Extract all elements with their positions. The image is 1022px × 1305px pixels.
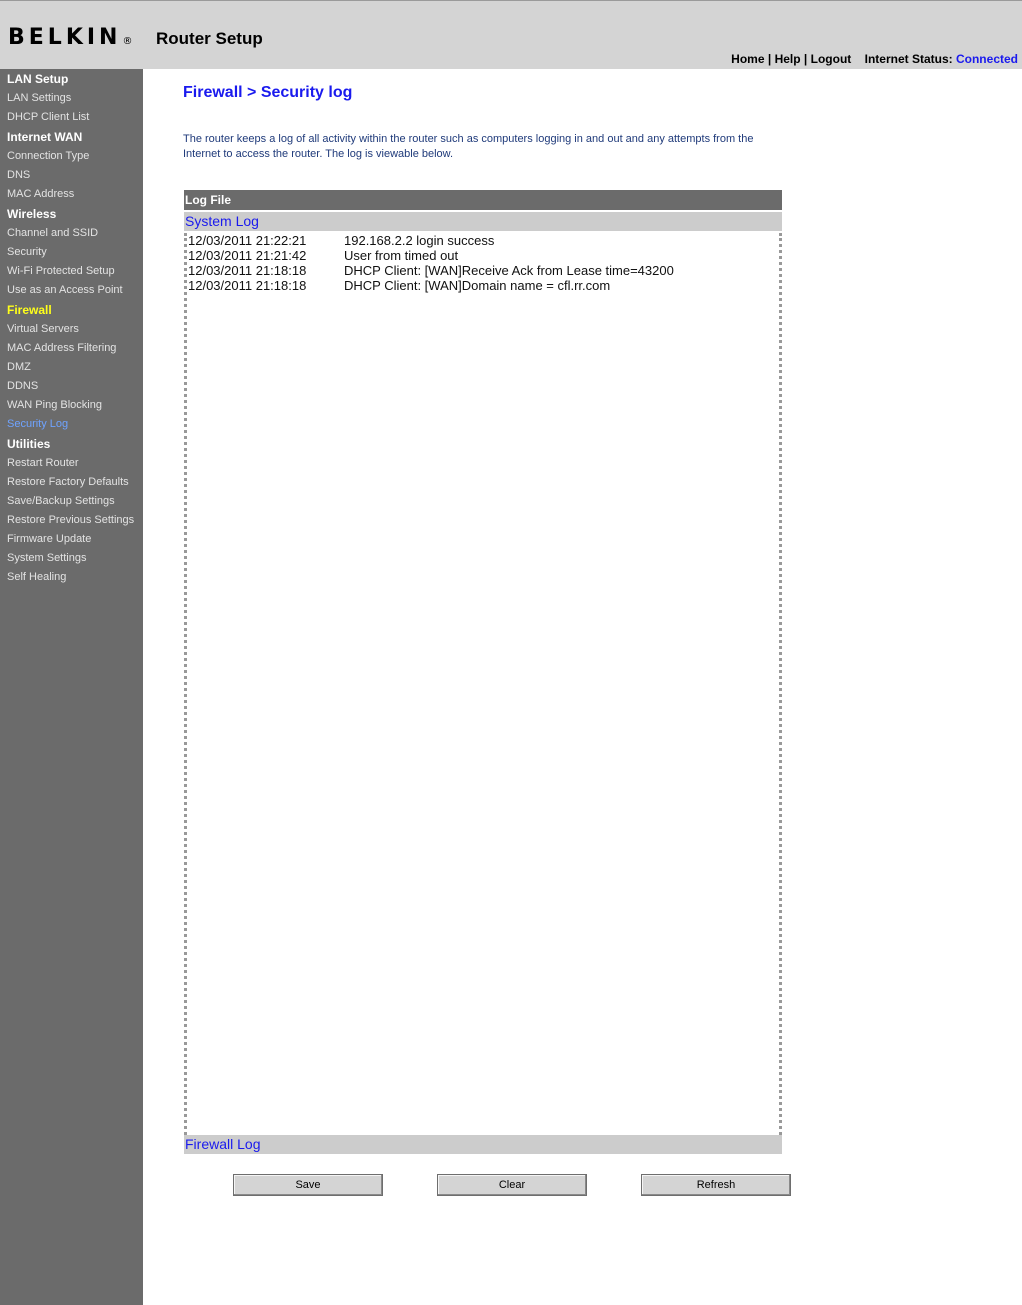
page-description: The router keeps a log of all activity w… [183, 133, 754, 160]
log-entry-time: 12/03/2011 21:18:18 [188, 278, 307, 293]
sidebar-section-utilities[interactable]: Utilities [7, 437, 50, 451]
sidebar-item-security-log[interactable]: Security Log [7, 418, 68, 430]
app-title: Router Setup [156, 29, 263, 48]
sidebar-item-restart-router[interactable]: Restart Router [7, 457, 79, 469]
sidebar-item-firmware-update[interactable]: Firmware Update [7, 533, 91, 545]
security-log-textarea[interactable]: 12/03/2011 21:22:21 192.168.2.2 login suc… [184, 233, 782, 1135]
firewall-log-label: Firewall Log [184, 1135, 782, 1154]
log-entry: 12/03/2011 21:18:18 DHCP Client: [WAN]Dom… [188, 278, 610, 293]
sidebar-item-wifi-protected-setup[interactable]: Wi-Fi Protected Setup [7, 265, 115, 277]
log-entry-time: 12/03/2011 21:22:21 [188, 233, 307, 248]
sidebar-section-wireless[interactable]: Wireless [7, 207, 56, 221]
sidebar-item-dns[interactable]: DNS [7, 169, 30, 181]
sidebar-item-security[interactable]: Security [7, 246, 47, 258]
sidebar-item-wan-ping-blocking[interactable]: WAN Ping Blocking [7, 399, 102, 411]
home-link[interactable]: Home [731, 52, 764, 66]
sidebar-item-system-settings[interactable]: System Settings [7, 552, 86, 564]
sidebar-item-ddns[interactable]: DDNS [7, 380, 38, 392]
sidebar-item-self-healing[interactable]: Self Healing [7, 571, 66, 583]
sidebar-item-save-backup-settings[interactable]: Save/Backup Settings [7, 495, 115, 507]
sidebar-item-restore-factory-defaults[interactable]: Restore Factory Defaults [7, 476, 129, 488]
sidebar-section-firewall[interactable]: Firewall [7, 303, 52, 317]
log-entry-message: User from timed out [344, 248, 459, 263]
belkin-logo: BELKIN® [8, 25, 133, 50]
log-entry-message: 192.168.2.2 login success [344, 233, 495, 248]
sidebar-item-virtual-servers[interactable]: Virtual Servers [7, 323, 79, 335]
log-file-header: Log File [184, 190, 782, 210]
sidebar-item-dmz[interactable]: DMZ [7, 361, 31, 373]
logout-link[interactable]: Logout [811, 52, 852, 66]
system-log-label: System Log [184, 212, 782, 231]
log-entry: 12/03/2011 21:18:18 DHCP Client: [WAN]Rec… [188, 263, 674, 278]
sidebar-item-lan-settings[interactable]: LAN Settings [7, 92, 71, 104]
link-separator: | [803, 52, 808, 66]
refresh-button[interactable]: Refresh [641, 1174, 791, 1196]
save-button[interactable]: Save [233, 1174, 383, 1196]
clear-button[interactable]: Clear [437, 1174, 587, 1196]
sidebar-nav: LAN Setup LAN Settings DHCP Client List … [0, 69, 143, 1305]
sidebar-item-connection-type[interactable]: Connection Type [7, 150, 89, 162]
sidebar-item-access-point[interactable]: Use as an Access Point [7, 284, 123, 296]
log-entry-message: DHCP Client: [WAN]Domain name = cfl.rr.c… [344, 278, 611, 293]
link-separator: | [767, 52, 772, 66]
help-link[interactable]: Help [775, 52, 801, 66]
internet-status-label: Internet Status: [864, 52, 953, 66]
sidebar-section-lan-setup[interactable]: LAN Setup [7, 72, 68, 86]
log-entry: 12/03/2011 21:21:42 User from timed out [188, 248, 458, 263]
log-entry-time: 12/03/2011 21:21:42 [188, 248, 307, 263]
page-title: Firewall > Security log [183, 84, 353, 101]
internet-status-value: Connected [955, 52, 1018, 66]
top-links: Home | Help | Logout Internet Status: Co… [731, 52, 1018, 66]
log-entry: 12/03/2011 21:22:21 192.168.2.2 login suc… [188, 233, 494, 248]
sidebar-section-internet-wan[interactable]: Internet WAN [7, 130, 82, 144]
log-entry-message: DHCP Client: [WAN]Receive Ack from Lease… [344, 263, 674, 278]
sidebar-item-channel-ssid[interactable]: Channel and SSID [7, 227, 98, 239]
sidebar-item-restore-previous-settings[interactable]: Restore Previous Settings [7, 514, 134, 526]
sidebar-item-mac-address[interactable]: MAC Address [7, 188, 74, 200]
sidebar-item-dhcp-client-list[interactable]: DHCP Client List [7, 111, 89, 123]
log-entry-time: 12/03/2011 21:18:18 [188, 263, 307, 278]
header-bar: BELKIN® Router Setup Home | Help | Logou… [0, 0, 1022, 69]
sidebar-item-mac-filtering[interactable]: MAC Address Filtering [7, 342, 116, 354]
